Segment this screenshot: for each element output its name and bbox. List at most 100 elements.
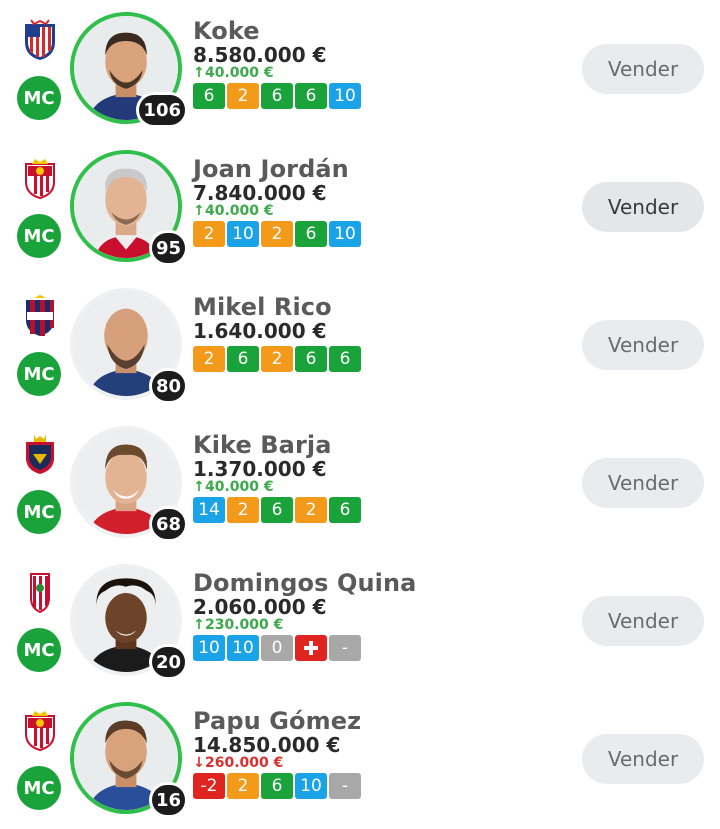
value-change: ↑230.000 € [193, 618, 416, 633]
position-badge: MC [17, 490, 61, 534]
market-value: 2.060.000 € [193, 595, 327, 619]
player-row[interactable]: MC 68 Kike Barja 1.370.000 € ↑40.000 € 1… [0, 414, 720, 552]
player-name: Papu Gómez [193, 707, 362, 735]
score-cell: 6 [295, 346, 327, 372]
player-name: Domingos Quina [193, 569, 417, 597]
player-list: MC 106 Koke 8.580.000 € ↑40.000 € 6 2 6 … [0, 0, 720, 829]
player-name: Joan Jordán [193, 155, 349, 183]
player-info: Domingos Quina 2.060.000 € ↑230.000 € 10… [193, 568, 416, 661]
value-change-text: 40.000 € [205, 203, 274, 219]
score-cell: 2 [227, 773, 259, 799]
market-value: 8.580.000 € [193, 43, 327, 67]
injury-cross-icon [295, 635, 327, 661]
sell-button[interactable]: Vender [582, 320, 704, 370]
score-cell: 6 [295, 83, 327, 109]
avatar[interactable]: 20 [70, 564, 188, 680]
position-badge: MC [17, 628, 61, 672]
arrow-down-icon: ↓ [193, 755, 205, 771]
arrow-up-icon: ↑ [193, 617, 205, 633]
player-info: Kike Barja 1.370.000 € ↑40.000 € 14 2 6 … [193, 430, 361, 523]
sell-button[interactable]: Vender [582, 596, 704, 646]
score-cell: 2 [227, 83, 259, 109]
points-badge: 95 [148, 230, 188, 266]
score-cell: 2 [227, 497, 259, 523]
value-change-text: 40.000 € [205, 479, 274, 495]
score-cell: 6 [261, 497, 293, 523]
score-cell: 2 [261, 346, 293, 372]
player-info: Koke 8.580.000 € ↑40.000 € 6 2 6 6 10 [193, 16, 361, 109]
score-cell: 10 [193, 635, 225, 661]
position-badge: MC [17, 766, 61, 810]
value-change-text: 230.000 € [205, 617, 284, 633]
player-row[interactable]: MC 80 Mikel Rico 1.640.000 € 2 6 2 6 6 V… [0, 276, 720, 414]
score-cell: -2 [193, 773, 225, 799]
position-badge: MC [17, 76, 61, 120]
value-change: ↑40.000 € [193, 204, 361, 219]
player-row[interactable]: MC 20 Domingos Quina 2.060.000 € ↑230.00… [0, 552, 720, 690]
points-badge: 106 [136, 92, 188, 128]
arrow-up-icon: ↑ [193, 203, 205, 219]
avatar[interactable]: 68 [70, 426, 188, 542]
recent-scores: 2 6 2 6 6 [193, 346, 361, 372]
player-row[interactable]: MC 106 Koke 8.580.000 € ↑40.000 € 6 2 6 … [0, 0, 720, 138]
player-info: Joan Jordán 7.840.000 € ↑40.000 € 2 10 2… [193, 154, 361, 247]
position-badge: MC [17, 214, 61, 258]
market-value: 1.370.000 € [193, 457, 327, 481]
sell-button[interactable]: Vender [582, 734, 704, 784]
score-cell: 6 [227, 346, 259, 372]
atletico-crest-icon [22, 18, 58, 62]
arrow-up-icon: ↑ [193, 65, 205, 81]
recent-scores: 6 2 6 6 10 [193, 83, 361, 109]
score-cell: 2 [295, 497, 327, 523]
sell-button[interactable]: Vender [582, 458, 704, 508]
osasuna-crest-icon [22, 432, 58, 476]
score-cell: 6 [261, 773, 293, 799]
avatar[interactable]: 106 [70, 12, 188, 128]
score-cell: 14 [193, 497, 225, 523]
value-change: ↓260.000 € [193, 756, 361, 771]
points-badge: 68 [148, 506, 188, 542]
score-cell: - [329, 635, 361, 661]
score-cell: 2 [193, 221, 225, 247]
score-cell: 10 [295, 773, 327, 799]
recent-scores: 14 2 6 2 6 [193, 497, 361, 523]
avatar[interactable]: 80 [70, 288, 188, 404]
avatar[interactable]: 16 [70, 702, 188, 818]
value-change-text: 40.000 € [205, 65, 274, 81]
player-info: Mikel Rico 1.640.000 € 2 6 2 6 6 [193, 292, 361, 372]
score-cell: 2 [261, 221, 293, 247]
market-value: 7.840.000 € [193, 181, 327, 205]
sevilla-crest-icon [22, 708, 58, 752]
sell-button[interactable]: Vender [582, 44, 704, 94]
granada-crest-icon [22, 570, 58, 614]
avatar[interactable]: 95 [70, 150, 188, 266]
score-cell: 6 [329, 346, 361, 372]
player-name: Koke [193, 17, 260, 45]
score-cell: 6 [295, 221, 327, 247]
player-name: Kike Barja [193, 431, 332, 459]
player-name: Mikel Rico [193, 293, 332, 321]
market-value: 14.850.000 € [193, 733, 341, 757]
score-cell: 0 [261, 635, 293, 661]
score-cell: 2 [193, 346, 225, 372]
score-cell: 6 [193, 83, 225, 109]
score-cell: 10 [329, 221, 361, 247]
score-cell: 10 [329, 83, 361, 109]
value-change-text: 260.000 € [205, 755, 284, 771]
huesca-crest-icon [22, 294, 58, 338]
points-badge: 80 [148, 368, 188, 404]
points-badge: 20 [148, 644, 188, 680]
sevilla-crest-icon [22, 156, 58, 200]
score-cell: - [329, 773, 361, 799]
recent-scores: 10 10 0 - [193, 635, 416, 661]
value-change: ↑40.000 € [193, 480, 361, 495]
recent-scores: -2 2 6 10 - [193, 773, 361, 799]
score-cell: 6 [329, 497, 361, 523]
player-row[interactable]: MC 95 Joan Jordán 7.840.000 € ↑40.000 € [0, 138, 720, 276]
market-value: 1.640.000 € [193, 319, 327, 343]
points-badge: 16 [148, 782, 188, 818]
player-row[interactable]: MC 16 Papu Gómez 14.850.000 € ↓260.000 € [0, 690, 720, 828]
position-badge: MC [17, 352, 61, 396]
sell-button[interactable]: Vender [582, 182, 704, 232]
score-cell: 10 [227, 221, 259, 247]
